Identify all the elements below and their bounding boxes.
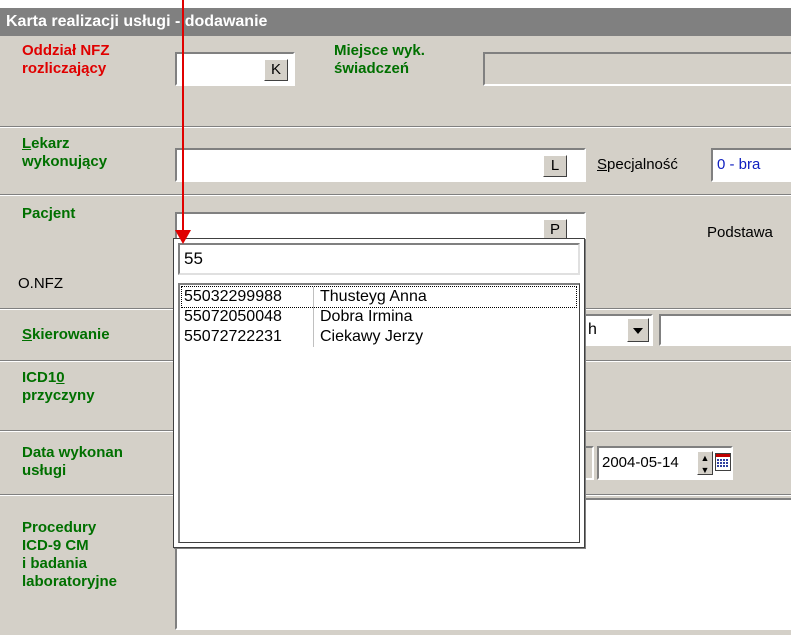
patient-name: Thusteyg Anna: [320, 288, 427, 305]
combo-dropdown-icon: [633, 328, 643, 334]
skierowanie-field[interactable]: [659, 314, 791, 346]
lekarz-label-line2: wykonujący: [22, 153, 108, 170]
icd10-label-line2: przyczyny: [22, 387, 95, 404]
lekarz-field[interactable]: [175, 148, 586, 182]
k-button[interactable]: K: [264, 59, 288, 81]
oddzial-label-line1: Oddział NFZ: [22, 42, 110, 59]
list-item[interactable]: 55032299988 Thusteyg Anna: [181, 286, 577, 308]
patient-id: 55072722231: [182, 327, 314, 347]
patient-name: Ciekawy Jerzy: [320, 328, 424, 345]
lekarz-hotkey: L: [22, 135, 32, 152]
skierowanie-value: h: [588, 321, 597, 338]
list-item[interactable]: 55072050048 Dobra Irmina: [182, 307, 576, 327]
specjalnosc-field[interactable]: 0 - bra: [711, 148, 791, 182]
miejsce-label: Miejsce wyk. świadczeń: [334, 42, 425, 78]
icd10-label-text: ICD1: [22, 369, 57, 386]
data-label-line1: Data wykonan: [22, 444, 123, 461]
specjalnosc-value: 0 - bra: [717, 156, 761, 173]
skierowanie-label: Skierowanie: [22, 326, 110, 344]
spin-updown-icon[interactable]: ▲ ▼: [697, 451, 713, 475]
patient-results-list[interactable]: 55032299988 Thusteyg Anna 55072050048 Do…: [178, 283, 580, 543]
skierowanie-dropdown-button[interactable]: [627, 318, 649, 342]
divider: [0, 194, 791, 196]
miejsce-field[interactable]: [483, 52, 791, 86]
patient-id: 55032299988: [182, 287, 314, 307]
date-value: 2004-05-14: [602, 454, 679, 471]
date-field[interactable]: 2004-05-14 ▲ ▼: [597, 446, 733, 480]
skierowanie-label-rest: kierowanie: [32, 326, 110, 343]
skierowanie-hotkey: S: [22, 326, 33, 343]
pacjent-label: Pacjent: [22, 205, 76, 222]
specjalnosc-label-rest: pecjalność: [607, 156, 678, 173]
lekarz-label: Lekarz wykonujący: [22, 135, 107, 171]
lekarz-label-rest: ekarz: [31, 135, 70, 152]
icd10-label: ICD10 przyczyny: [22, 369, 95, 405]
patient-search-input[interactable]: 55: [178, 243, 580, 275]
procedury-label-line3: i badania: [22, 555, 88, 572]
podstawa-label: Podstawa: [707, 224, 773, 241]
annotation-arrow-line: [182, 0, 184, 234]
specjalnosc-hotkey: S: [597, 156, 608, 173]
window-title: Karta realizacji usługi - dodawanie: [0, 8, 791, 36]
list-item[interactable]: 55072722231 Ciekawy Jerzy: [182, 327, 576, 347]
patient-id: 55072050048: [182, 307, 314, 327]
icd10-hotkey: 0: [56, 369, 65, 386]
patient-name: Dobra Irmina: [320, 308, 413, 325]
procedury-label-line2: ICD-9 CM: [22, 537, 89, 554]
l-button[interactable]: L: [543, 155, 567, 177]
onfz-label: O.NFZ: [18, 275, 63, 292]
procedury-label-line1: Procedury: [22, 519, 97, 536]
oddzial-label-line2: rozliczający: [22, 60, 107, 77]
data-label: Data wykonan usługi: [22, 444, 123, 480]
miejsce-label-line2: świadczeń: [334, 60, 410, 77]
divider: [0, 126, 791, 128]
procedury-label-line4: laboratoryjne: [22, 573, 118, 590]
procedury-label: Procedury ICD-9 CM i badania laboratoryj…: [22, 519, 117, 591]
specjalnosc-label: Specjalność: [597, 156, 678, 173]
annotation-arrowhead-icon: [175, 230, 191, 244]
data-label-line2: usługi: [22, 462, 67, 479]
oddzial-label: Oddział NFZ rozliczający: [22, 42, 110, 78]
calendar-icon[interactable]: [715, 452, 731, 472]
miejsce-label-line1: Miejsce wyk.: [334, 42, 425, 59]
patient-lookup-dropdown: 55 55032299988 Thusteyg Anna 55072050048…: [173, 238, 585, 548]
